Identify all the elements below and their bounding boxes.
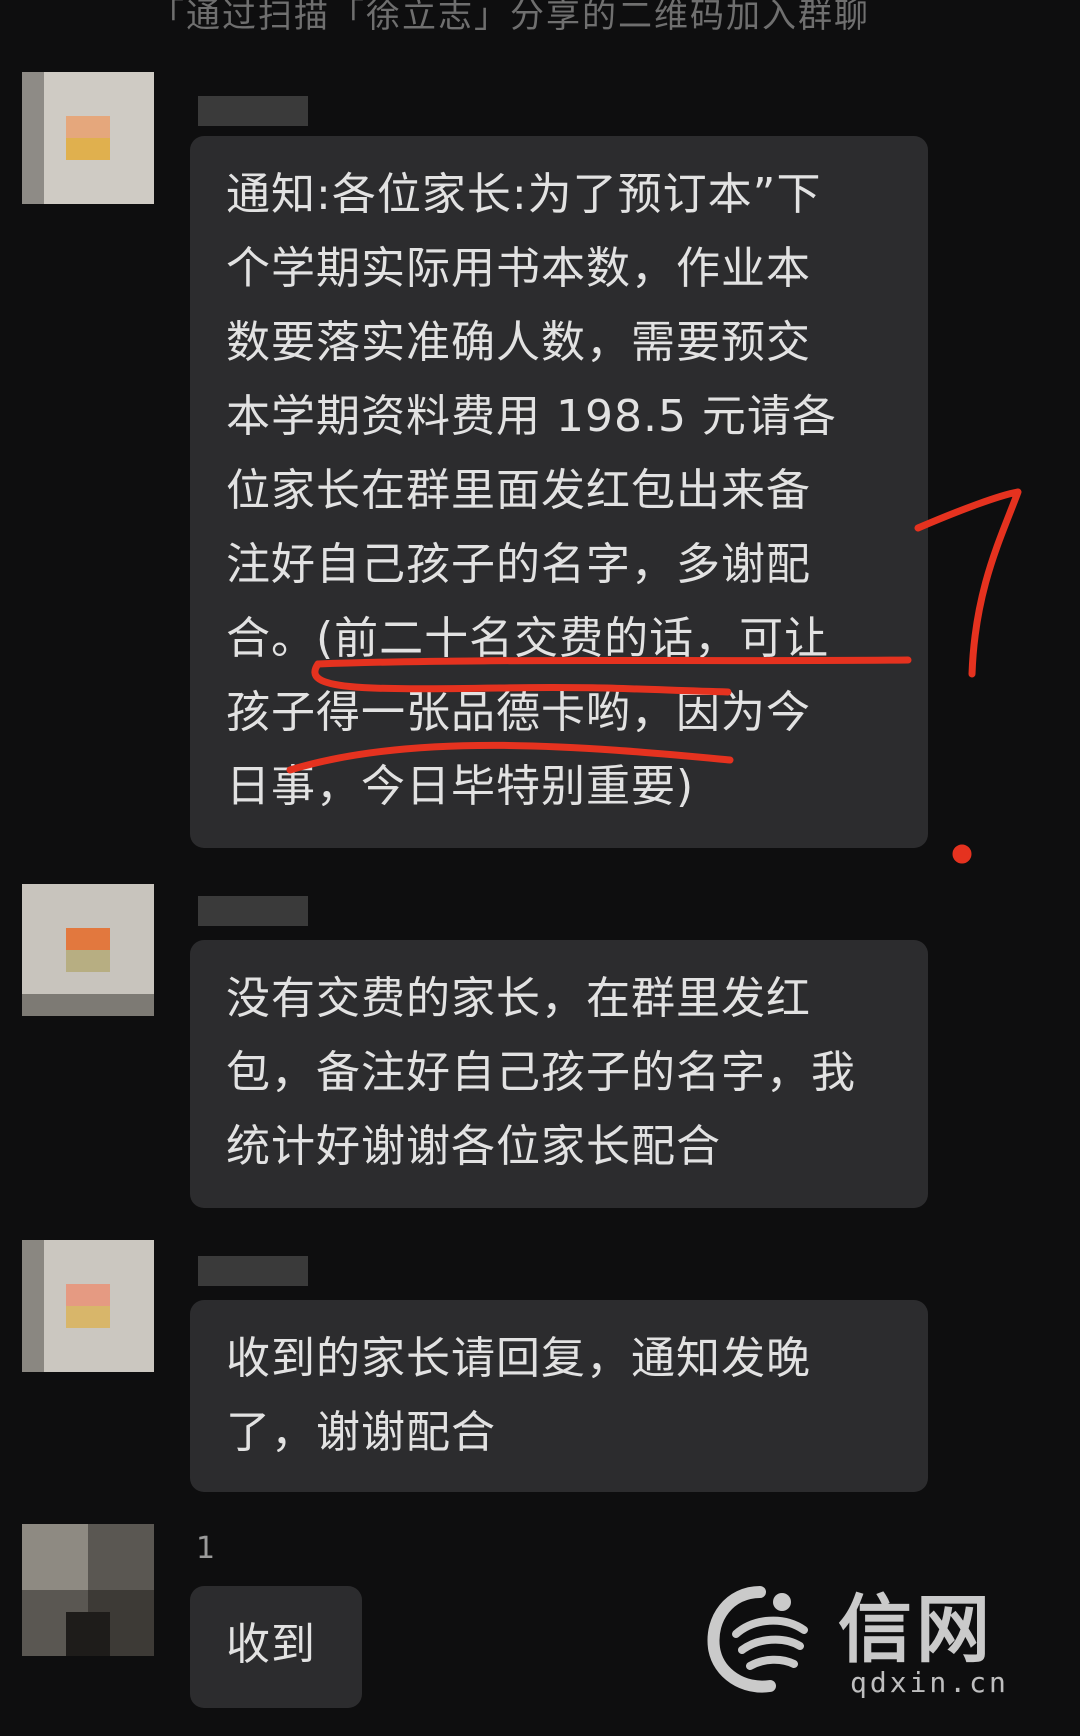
message-line: 包，备注好自己孩子的名字，我 (226, 1047, 856, 1098)
message-line: 本学期资料费用 198.5 元请各 (226, 391, 837, 442)
message-bubble[interactable]: 收到 (190, 1586, 362, 1708)
message-line: 通知:各位家长:为了预订本”下 (226, 169, 822, 220)
message-line: 个学期实际用书本数，作业本 (226, 243, 811, 294)
sender-nickname: 1 (196, 1531, 216, 1566)
watermark: 信网 qdxin.cn (700, 1570, 1006, 1710)
message-line: 数要落实准确人数，需要预交 (226, 317, 811, 368)
watermark-domain: qdxin.cn (850, 1666, 1009, 1699)
message-bubble[interactable]: 没有交费的家长，在群里发红 包，备注好自己孩子的名字，我 统计好谢谢各位家长配合 (190, 940, 928, 1208)
message-line: 收到 (226, 1619, 316, 1670)
qdxin-logo-icon (707, 1586, 808, 1693)
question-mark-dot (952, 844, 972, 864)
message-line: 位家长在群里面发红包出来备 (226, 465, 811, 516)
message-line: 统计好谢谢各位家长配合 (226, 1121, 721, 1172)
message-bubble[interactable]: 通知:各位家长:为了预订本”下 个学期实际用书本数，作业本 数要落实准确人数，需… (190, 136, 928, 848)
message-line: 收到的家长请回复，通知发晚 (226, 1333, 811, 1384)
sender-nickname (198, 896, 308, 926)
avatar[interactable] (22, 1524, 154, 1656)
system-notice: 「通过扫描「徐立志」分享的二维码加入群聊 (150, 0, 870, 36)
message-line: 合。(前二十名交费的话，可让 (226, 613, 830, 664)
avatar[interactable] (22, 1240, 154, 1372)
message-line: 日事，今日毕特别重要) (226, 761, 695, 812)
watermark-name: 信网 (838, 1587, 994, 1673)
message-line: 注好自己孩子的名字，多谢配 (226, 539, 811, 590)
question-mark (914, 488, 1022, 678)
message-line: 了，谢谢配合 (226, 1407, 496, 1458)
message-line: 没有交费的家长，在群里发红 (226, 973, 811, 1024)
message-line: 孩子得一张品德卡哟，因为今 (226, 687, 811, 738)
sender-nickname (198, 1256, 308, 1286)
avatar[interactable] (22, 884, 154, 1016)
avatar[interactable] (22, 72, 154, 204)
sender-nickname (198, 96, 308, 126)
message-bubble[interactable]: 收到的家长请回复，通知发晚 了，谢谢配合 (190, 1300, 928, 1492)
